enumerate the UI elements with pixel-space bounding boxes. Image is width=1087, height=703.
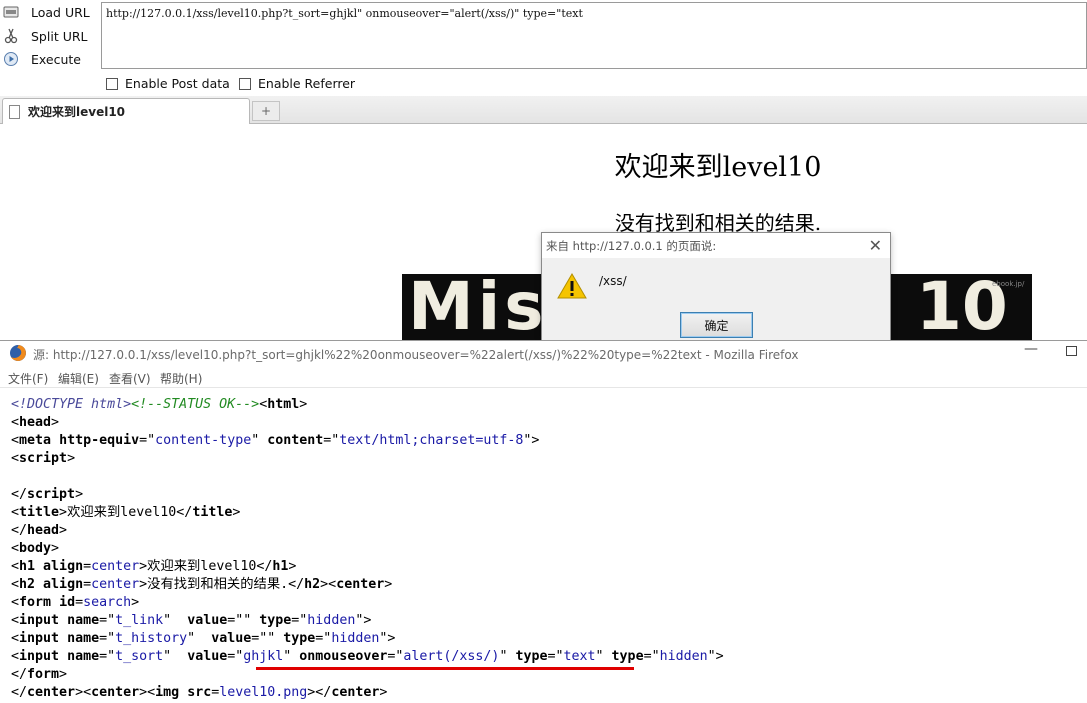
- alert-header: 来自 http://127.0.0.1 的页面说: ✕: [542, 233, 890, 258]
- code-line: <input name="t_sort" value="ghjkl" onmou…: [11, 649, 724, 664]
- warning-icon: [557, 272, 587, 300]
- close-icon[interactable]: ✕: [869, 236, 882, 255]
- execute-label: Execute: [31, 52, 81, 67]
- alert-dialog: 来自 http://127.0.0.1 的页面说: ✕ /xss/ 确定: [541, 232, 891, 341]
- url-input[interactable]: http://127.0.0.1/xss/level10.php?t_sort=…: [101, 2, 1087, 69]
- alert-title: 来自 http://127.0.0.1 的页面说:: [546, 239, 717, 253]
- tab-level10[interactable]: 欢迎来到level10: [2, 98, 250, 124]
- code-line: <input name="t_history" value="" type="h…: [11, 631, 396, 646]
- code-line: <!DOCTYPE html><!--STATUS OK--><html>: [11, 397, 308, 412]
- execute-button[interactable]: Execute: [0, 48, 100, 70]
- banner-watermark: ebook.jp/: [992, 280, 1025, 288]
- split-url-label: Split URL: [31, 29, 88, 44]
- hackbar-toolbar: Load URL Split URL Execute http://127.0.…: [0, 0, 1087, 96]
- code-line: <meta http-equiv="content-type" content=…: [11, 433, 540, 448]
- minimize-button[interactable]: —: [1024, 341, 1038, 357]
- code-line: <title>欢迎来到level10</title>: [11, 505, 241, 520]
- load-url-icon: [3, 4, 19, 20]
- code-line: </head>: [11, 523, 68, 538]
- firefox-logo-icon: [9, 344, 27, 362]
- code-line: <body>: [11, 541, 60, 556]
- scissors-icon: [3, 28, 19, 44]
- code-line: </script>: [11, 487, 84, 502]
- source-window-titlebar: 源: http://127.0.0.1/xss/level10.php?t_so…: [0, 341, 1087, 366]
- new-tab-button[interactable]: +: [252, 101, 280, 121]
- menu-view[interactable]: 查看(V): [109, 370, 151, 387]
- enable-referrer-checkbox[interactable]: Enable Referrer: [239, 76, 355, 91]
- maximize-button[interactable]: [1066, 346, 1077, 356]
- code-line: <script>: [11, 451, 76, 466]
- code-line: <h1 align=center>欢迎来到level10</h1>: [11, 559, 297, 574]
- menu-file[interactable]: 文件(F): [8, 370, 48, 387]
- source-window-title: 源: http://127.0.0.1/xss/level10.php?t_so…: [33, 348, 799, 362]
- split-url-button[interactable]: Split URL: [0, 25, 100, 47]
- code-line: </center><center><img src=level10.png></…: [11, 685, 388, 700]
- plus-icon: +: [260, 104, 272, 118]
- source-window-menubar: 文件(F) 编辑(E) 查看(V) 帮助(H): [0, 367, 1087, 388]
- page-heading: 欢迎来到level10: [614, 152, 822, 183]
- view-source-window: 源: http://127.0.0.1/xss/level10.php?t_so…: [0, 340, 1087, 703]
- menu-help[interactable]: 帮助(H): [160, 370, 202, 387]
- tab-title: 欢迎来到level10: [28, 105, 126, 119]
- tab-strip: 欢迎来到level10 +: [0, 96, 1087, 124]
- execute-play-icon: [3, 51, 19, 67]
- checkbox-box[interactable]: [239, 77, 251, 90]
- code-line: <head>: [11, 415, 60, 430]
- source-code: <!DOCTYPE html><!--STATUS OK--><html> <h…: [0, 396, 1087, 703]
- alert-message: /xss/: [599, 274, 627, 288]
- page-icon: [9, 104, 20, 119]
- enable-post-data-checkbox[interactable]: Enable Post data: [106, 76, 230, 91]
- code-line: <form id=search>: [11, 595, 140, 610]
- enable-post-data-label: Enable Post data: [125, 76, 230, 91]
- checkbox-box[interactable]: [106, 77, 118, 90]
- load-url-label: Load URL: [31, 5, 90, 20]
- code-line: <input name="t_link" value="" type="hidd…: [11, 613, 372, 628]
- ok-button[interactable]: 确定: [680, 312, 753, 338]
- enable-referrer-label: Enable Referrer: [258, 76, 356, 91]
- code-line: <h2 align=center>没有找到和相关的结果.</h2><center…: [11, 577, 393, 592]
- menu-edit[interactable]: 编辑(E): [58, 370, 99, 387]
- load-url-button[interactable]: Load URL: [0, 1, 100, 23]
- alert-body: /xss/ 确定: [542, 258, 890, 341]
- payload-highlight-underline: [256, 667, 634, 670]
